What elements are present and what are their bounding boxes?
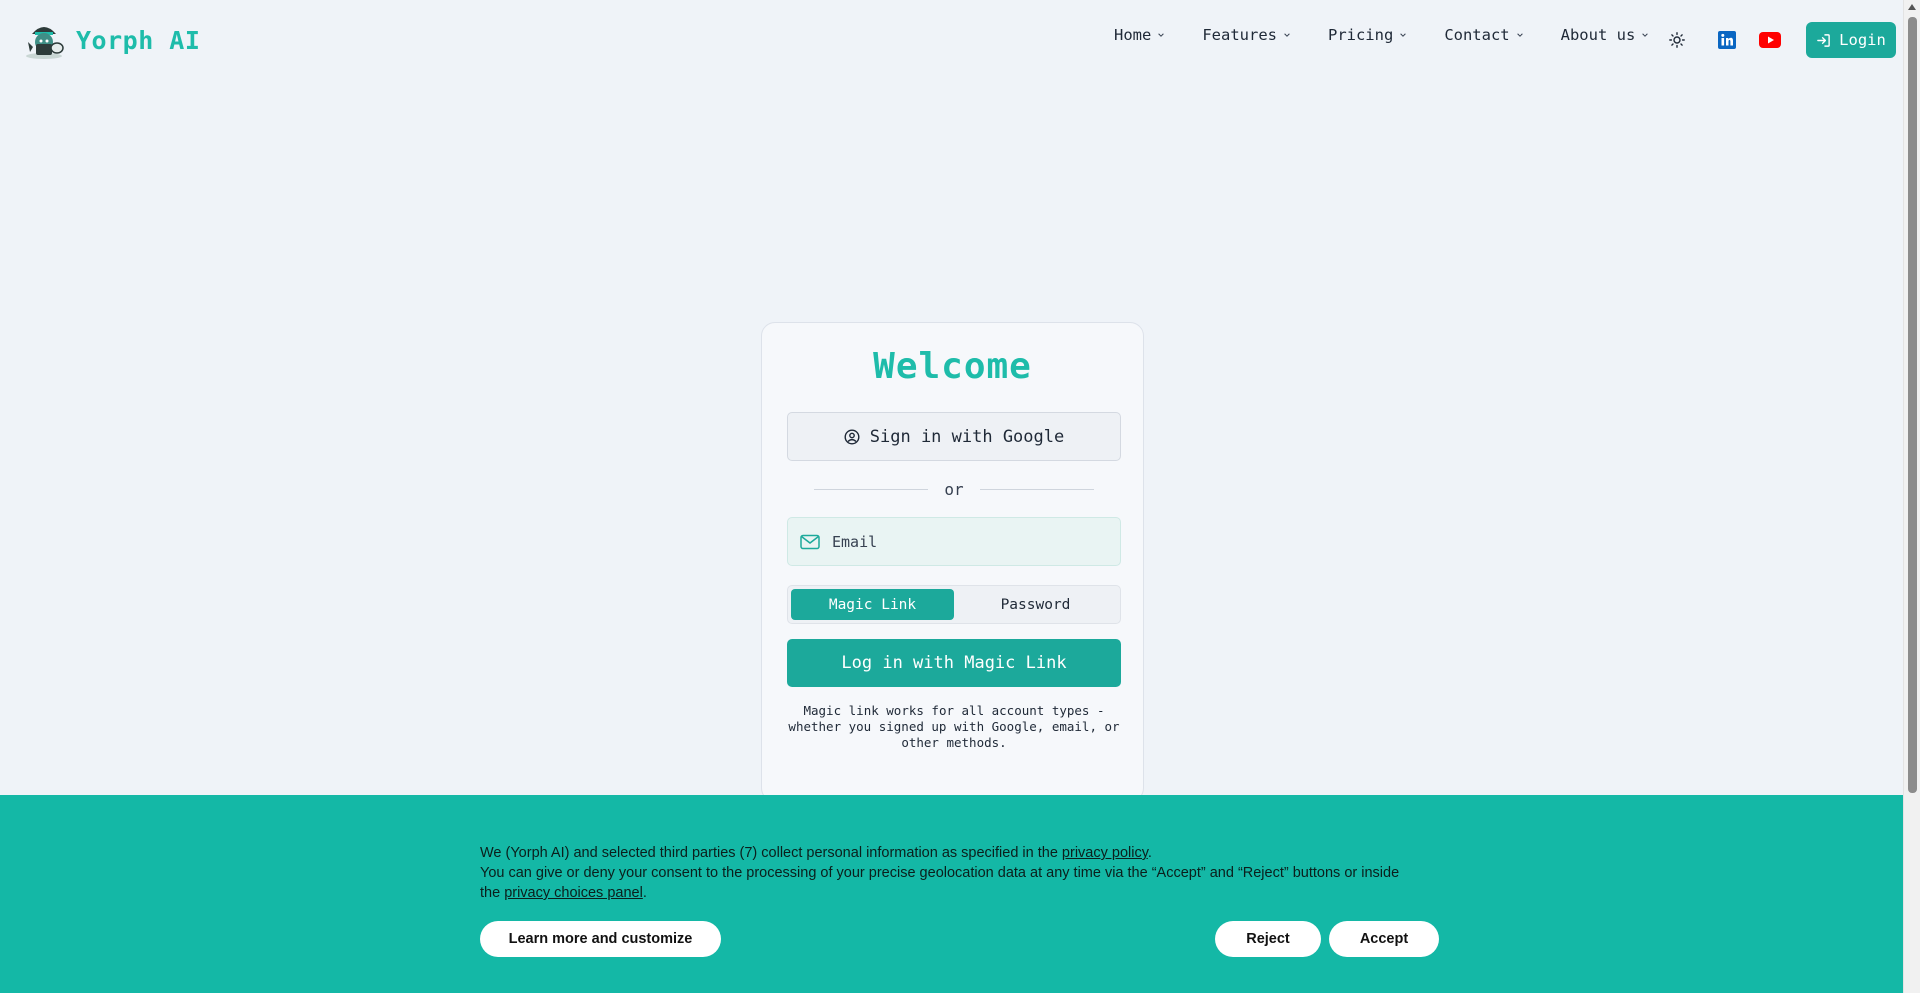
reject-button[interactable]: Reject [1215,921,1321,957]
nav-about-label: About us [1560,26,1636,44]
cookie-line1-end: . [1147,845,1152,861]
nav-features-label: Features [1202,26,1277,44]
nav-features[interactable]: Features [1202,26,1291,44]
theme-toggle-button[interactable] [1665,28,1689,52]
chevron-down-icon [1284,33,1290,37]
cookie-line1-text: We (Yorph AI) and selected third parties… [480,845,1062,861]
nav-home-label: Home [1114,26,1152,44]
divider-line [979,488,1095,490]
nav-home[interactable]: Home [1114,26,1165,44]
magic-link-login-button[interactable]: Log in with Magic Link [787,639,1121,687]
email-input[interactable] [830,531,1104,552]
login-method-toggle: Magic Link Password [787,585,1121,624]
learn-more-button[interactable]: Learn more and customize [480,921,721,957]
toggle-password[interactable]: Password [954,589,1117,620]
or-divider: or [814,479,1095,499]
google-signin-label: Sign in with Google [869,426,1065,447]
nav-pricing[interactable]: Pricing [1328,26,1407,44]
cookie-line2-end: . [642,885,647,901]
accept-button[interactable]: Accept [1329,921,1439,957]
chevron-down-icon [1516,33,1523,37]
magic-link-hint: Magic link works for all account types -… [788,703,1120,750]
page-scrollbar[interactable] [1903,0,1920,993]
privacy-choices-link[interactable]: privacy choices panel [504,885,643,901]
or-label: or [944,479,964,499]
nav-contact[interactable]: Contact [1444,26,1523,44]
main-nav: Home Features Pricing Contact About us [1114,26,1686,44]
cookie-banner: We (Yorph AI) and selected third parties… [0,795,1904,993]
page-title: Welcome [873,346,1032,387]
nav-pricing-label: Pricing [1327,26,1394,44]
mail-icon [800,534,820,549]
yorph-mascot-icon [26,27,64,59]
scroll-thumb[interactable] [1908,17,1917,793]
privacy-policy-link[interactable]: privacy policy [1062,845,1148,861]
chevron-down-icon [1400,33,1407,37]
sun-icon [1669,32,1685,48]
login-button[interactable]: Login [1806,22,1896,58]
chevron-down-icon [1642,33,1649,37]
user-circle-icon [844,428,860,445]
toggle-magic-link[interactable]: Magic Link [791,589,954,620]
brand-logo[interactable]: Yorph AI [22,20,200,60]
divider-line [814,488,929,490]
linkedin-icon [1718,31,1736,49]
email-field[interactable] [787,517,1121,566]
google-signin-button[interactable]: Sign in with Google [787,412,1121,461]
chevron-down-icon [1158,33,1165,37]
cookie-message: We (Yorph AI) and selected third parties… [480,843,1420,903]
nav-about[interactable]: About us [1561,26,1650,44]
login-icon [1817,33,1830,47]
youtube-icon [1759,32,1781,48]
nav-contact-label: Contact [1444,26,1510,44]
youtube-link[interactable] [1758,28,1782,52]
login-card: Welcome Sign in with Google or Magic Lin… [761,322,1144,802]
login-label: Login [1839,31,1886,49]
scroll-up-arrow-icon[interactable] [1908,4,1916,10]
site-header: Yorph AI Home Features Pricing Contact A… [0,0,1904,80]
brand-name: Yorph AI [76,25,201,55]
linkedin-link[interactable] [1715,28,1739,52]
